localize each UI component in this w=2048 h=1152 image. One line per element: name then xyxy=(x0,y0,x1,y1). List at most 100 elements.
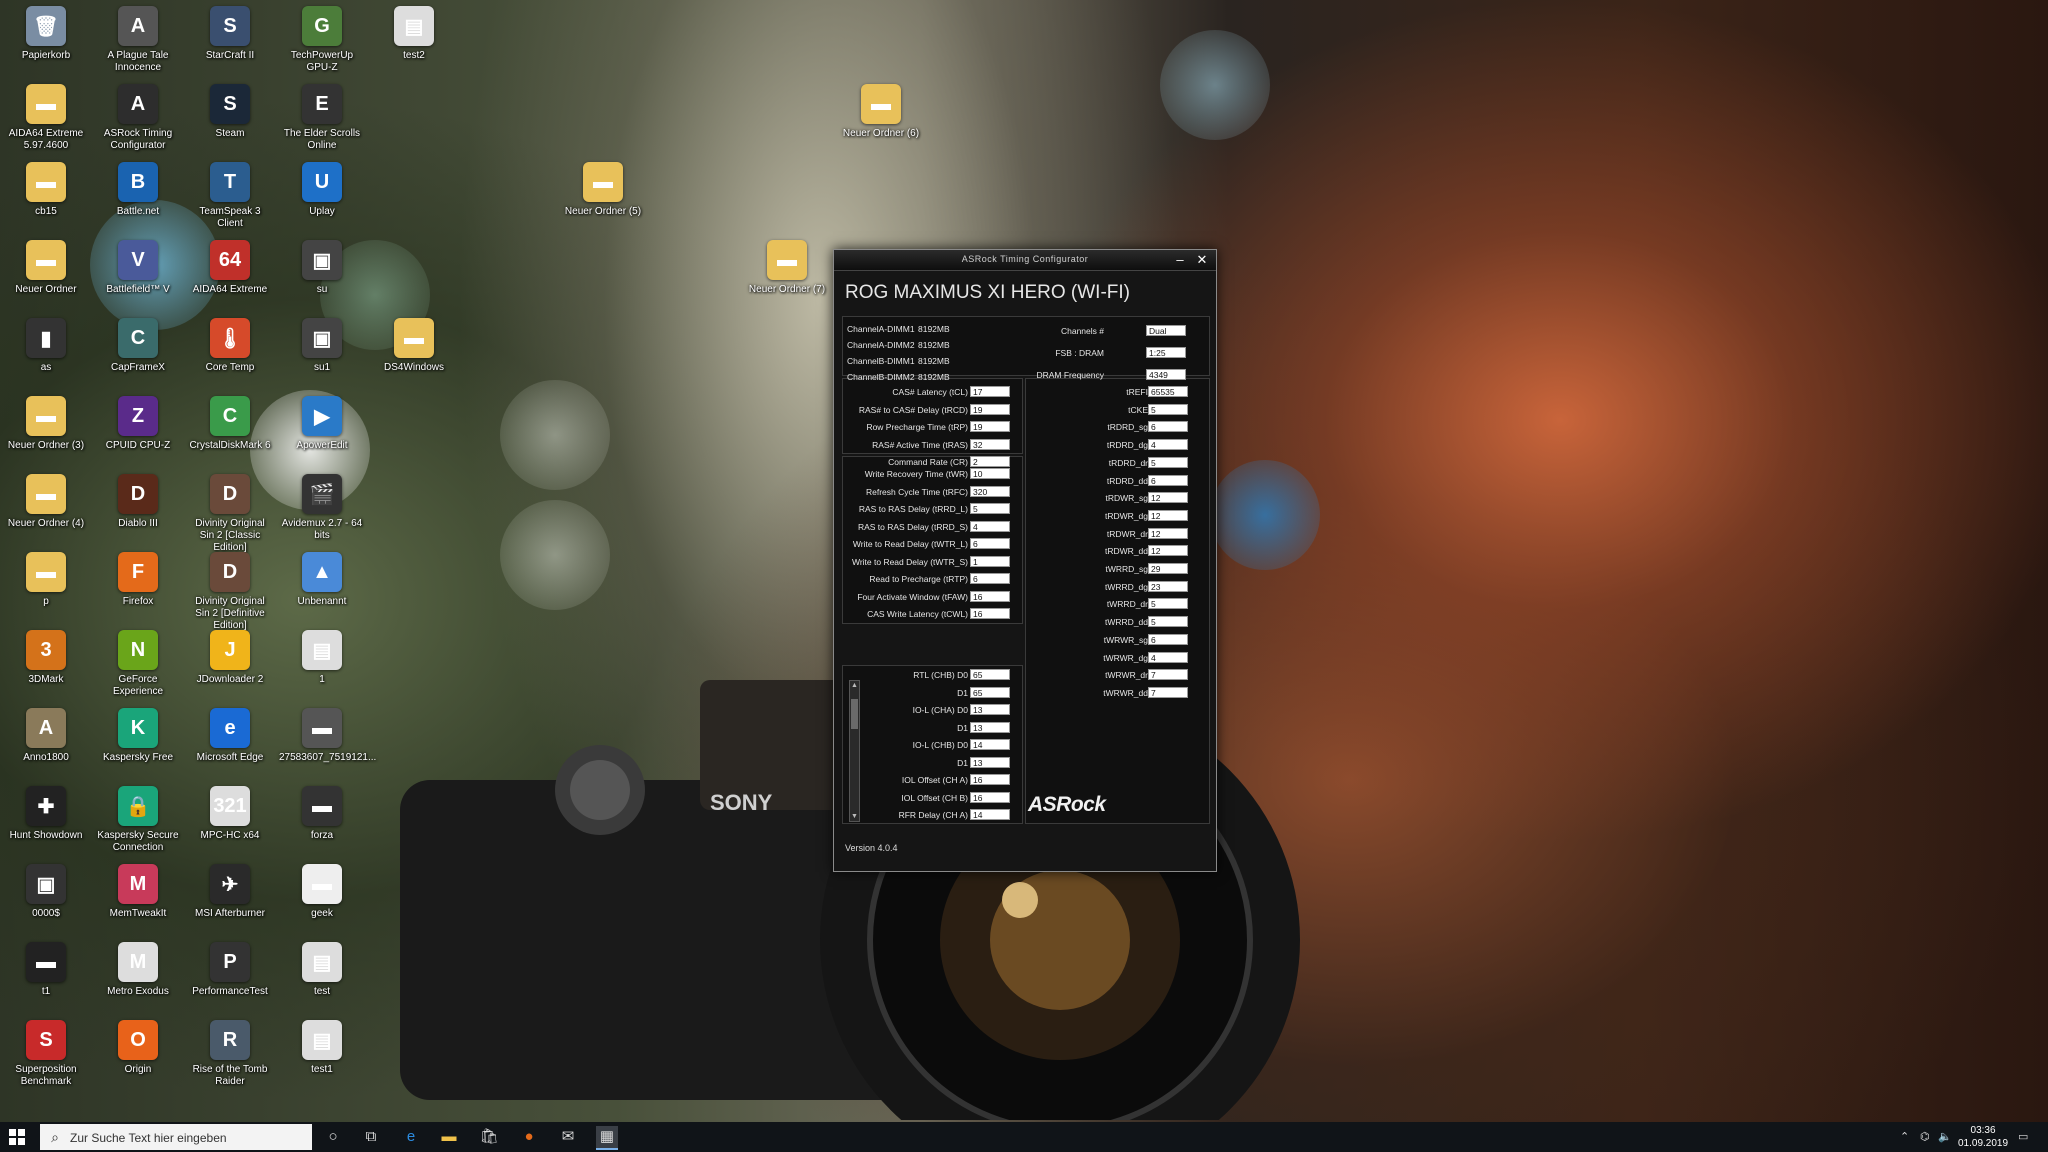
desktop-icon[interactable]: 64 AIDA64 Extreme xyxy=(187,240,273,296)
timing-input[interactable]: 16 xyxy=(970,791,1010,803)
timing-input[interactable]: 10 xyxy=(970,468,1010,479)
timing-input[interactable]: 65 xyxy=(970,669,1010,680)
timing-input[interactable]: 5 xyxy=(1148,456,1188,468)
desktop-icon[interactable]: ▬ Neuer Ordner xyxy=(3,240,89,296)
desktop-icon[interactable]: ▤ 1 xyxy=(279,630,365,686)
desktop-icon[interactable]: S StarCraft II xyxy=(187,6,273,62)
cortana-icon[interactable]: ○ xyxy=(322,1126,344,1148)
desktop-icon[interactable]: A Anno1800 xyxy=(3,708,89,764)
timing-input[interactable]: 2 xyxy=(970,456,1010,467)
timing-input[interactable]: 29 xyxy=(1148,563,1188,574)
firefox-taskbar-icon[interactable]: ● xyxy=(518,1126,540,1148)
windows-start-icon[interactable] xyxy=(8,1128,26,1146)
desktop-icon[interactable]: ▬ DS4Windows xyxy=(371,318,457,374)
desktop-icon[interactable]: ▬ AIDA64 Extreme 5.97.4600 xyxy=(3,84,89,152)
timing-input[interactable]: 13 xyxy=(970,756,1010,768)
info-value[interactable]: 4349 xyxy=(1146,369,1186,380)
info-value[interactable]: Dual xyxy=(1146,325,1186,336)
desktop-icon[interactable]: ▣ su1 xyxy=(279,318,365,374)
desktop-icon[interactable]: D Divinity Original Sin 2 [Classic Editio… xyxy=(187,474,273,554)
timing-input[interactable]: 17 xyxy=(970,386,1010,397)
asrock-timing-window[interactable]: ASRock Timing Configurator – ✕ ROG MAXIM… xyxy=(833,249,1217,872)
timing-input[interactable]: 7 xyxy=(1148,669,1188,681)
desktop-icon[interactable]: 🔒 Kaspersky Secure Connection xyxy=(95,786,181,854)
timing-input[interactable]: 4 xyxy=(1148,651,1188,663)
desktop-icon[interactable]: ▬ forza xyxy=(279,786,365,842)
timing-input[interactable]: 5 xyxy=(970,503,1010,514)
desktop-icon[interactable]: E The Elder Scrolls Online xyxy=(279,84,365,152)
timing-input[interactable]: 12 xyxy=(1148,509,1188,521)
desktop-icon[interactable]: M Metro Exodus xyxy=(95,942,181,998)
timing-input[interactable]: 14 xyxy=(970,739,1010,750)
timing-input[interactable]: 5 xyxy=(1148,616,1188,628)
desktop-icon[interactable]: V Battlefield™ V xyxy=(95,240,181,296)
timing-input[interactable]: 1 xyxy=(970,555,1010,567)
desktop-icon[interactable]: R Rise of the Tomb Raider xyxy=(187,1020,273,1088)
desktop-icon[interactable]: D Diablo III xyxy=(95,474,181,530)
desktop-icon[interactable]: ▬ Neuer Ordner (6) xyxy=(838,84,924,140)
timing-input[interactable]: 65 xyxy=(970,686,1010,698)
notification-icon[interactable]: ▭ xyxy=(2018,1130,2028,1143)
desktop-icon[interactable]: ▤ test xyxy=(279,942,365,998)
timing-input[interactable]: 13 xyxy=(970,721,1010,733)
desktop-icon[interactable]: N GeForce Experience xyxy=(95,630,181,698)
desktop-icon[interactable]: ✈ MSI Afterburner xyxy=(187,864,273,920)
desktop-icon[interactable]: P PerformanceTest xyxy=(187,942,273,998)
desktop-icon[interactable]: 3 3DMark xyxy=(3,630,89,686)
asrock-taskbar-icon[interactable]: ▦ xyxy=(596,1126,618,1150)
timing-input[interactable]: 6 xyxy=(1148,421,1188,433)
task-view-icon[interactable]: ⧉ xyxy=(360,1126,382,1148)
desktop-icon[interactable]: ▬ Neuer Ordner (4) xyxy=(3,474,89,530)
desktop-icon[interactable]: A ASRock Timing Configurator xyxy=(95,84,181,152)
edge-taskbar-icon[interactable]: e xyxy=(400,1126,422,1148)
timing-input[interactable]: 16 xyxy=(970,774,1010,785)
desktop-icon[interactable]: ✚ Hunt Showdown xyxy=(3,786,89,842)
scroll-up-icon[interactable]: ▲ xyxy=(850,681,859,690)
network-icon[interactable]: ⌬ xyxy=(1920,1130,1930,1143)
file-explorer-icon[interactable]: ▬ xyxy=(438,1126,460,1148)
desktop-icon[interactable]: ▬ t1 xyxy=(3,942,89,998)
taskbar-search-box[interactable]: ⌕ Zur Suche Text hier eingeben xyxy=(40,1124,312,1150)
desktop-icon[interactable]: S Steam xyxy=(187,84,273,140)
desktop-icon[interactable]: ▬ geek xyxy=(279,864,365,920)
desktop-icon[interactable]: ▣ su xyxy=(279,240,365,296)
desktop-icon[interactable]: ▬ p xyxy=(3,552,89,608)
desktop-icon[interactable]: J JDownloader 2 xyxy=(187,630,273,686)
desktop-icon[interactable]: 🗑 Papierkorb xyxy=(3,6,89,62)
timing-input[interactable]: 23 xyxy=(1148,580,1188,592)
timing-input[interactable]: 7 xyxy=(1148,686,1188,698)
desktop-icon[interactable]: ▮ as xyxy=(3,318,89,374)
desktop-icon[interactable]: C CapFrameX xyxy=(95,318,181,374)
timing-input[interactable]: 19 xyxy=(970,421,1010,432)
desktop-icon[interactable]: F Firefox xyxy=(95,552,181,608)
timing-input[interactable]: 16 xyxy=(970,608,1010,619)
desktop-icon[interactable]: O Origin xyxy=(95,1020,181,1076)
desktop-icon[interactable]: ▣ 0000$ xyxy=(3,864,89,920)
desktop-icon[interactable]: ▤ test2 xyxy=(371,6,457,62)
timing-input[interactable]: 13 xyxy=(970,704,1010,715)
timing-input[interactable]: 5 xyxy=(1148,598,1188,610)
timing-input[interactable]: 6 xyxy=(1148,474,1188,486)
desktop-icon[interactable]: C CrystalDiskMark 6 xyxy=(187,396,273,452)
desktop-icon[interactable]: B Battle.net xyxy=(95,162,181,218)
timing-input[interactable]: 320 xyxy=(970,485,1010,497)
desktop-icon[interactable]: G TechPowerUp GPU-Z xyxy=(279,6,365,74)
desktop-icon[interactable]: e Microsoft Edge xyxy=(187,708,273,764)
desktop-icon[interactable]: 321 MPC-HC x64 xyxy=(187,786,273,842)
timing-input[interactable]: 4 xyxy=(970,520,1010,532)
timing-input[interactable]: 6 xyxy=(970,573,1010,584)
timing-input[interactable]: 12 xyxy=(1148,527,1188,539)
desktop-icon[interactable]: ▬ Neuer Ordner (5) xyxy=(560,162,646,218)
desktop-icon[interactable]: ▶ ApowerEdit xyxy=(279,396,365,452)
timing-input[interactable]: 4 xyxy=(1148,439,1188,451)
desktop-icon[interactable]: ▬ Neuer Ordner (3) xyxy=(3,396,89,452)
volume-icon[interactable]: 🔈 xyxy=(1938,1130,1952,1143)
tray-chevron-icon[interactable]: ⌃ xyxy=(1900,1130,1909,1143)
desktop-icon[interactable]: ▬ Neuer Ordner (7) xyxy=(744,240,830,296)
desktop-icon[interactable]: 🌡 Core Temp xyxy=(187,318,273,374)
store-icon[interactable]: 🛍 xyxy=(478,1126,500,1148)
timing-input[interactable]: 12 xyxy=(1148,545,1188,557)
desktop-icon[interactable]: ▲ Unbenannt xyxy=(279,552,365,608)
desktop-icon[interactable]: ▤ test1 xyxy=(279,1020,365,1076)
timing-input[interactable]: 6 xyxy=(1148,633,1188,645)
